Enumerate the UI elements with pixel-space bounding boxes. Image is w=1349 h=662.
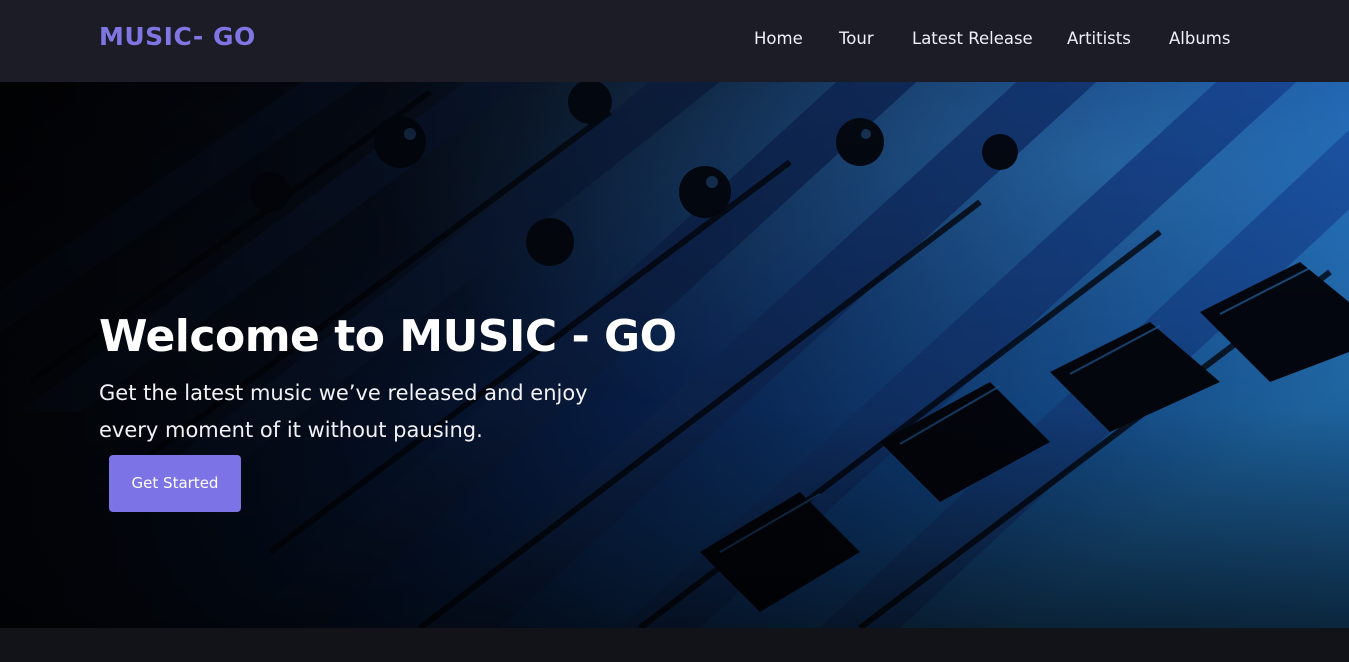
brand-logo[interactable]: MUSIC- GO [99,22,256,51]
page-bottom-strip [0,628,1349,662]
nav-link-latest-release[interactable]: Latest Release [912,29,1033,48]
hero-title: Welcome to MUSIC - GO [99,311,677,363]
hero-subtitle: Get the latest music we’ve released and … [99,381,588,442]
get-started-button[interactable]: Get Started [109,455,241,512]
nav-link-artists[interactable]: Artitists [1067,29,1131,48]
hero-section: Welcome to MUSIC - GO Get the latest mus… [0,82,1349,628]
nav-link-albums[interactable]: Albums [1169,29,1230,48]
top-navbar: MUSIC- GO Home Tour Latest Release Artit… [0,0,1349,82]
nav-link-tour[interactable]: Tour [839,29,874,48]
nav-link-home[interactable]: Home [754,29,803,48]
